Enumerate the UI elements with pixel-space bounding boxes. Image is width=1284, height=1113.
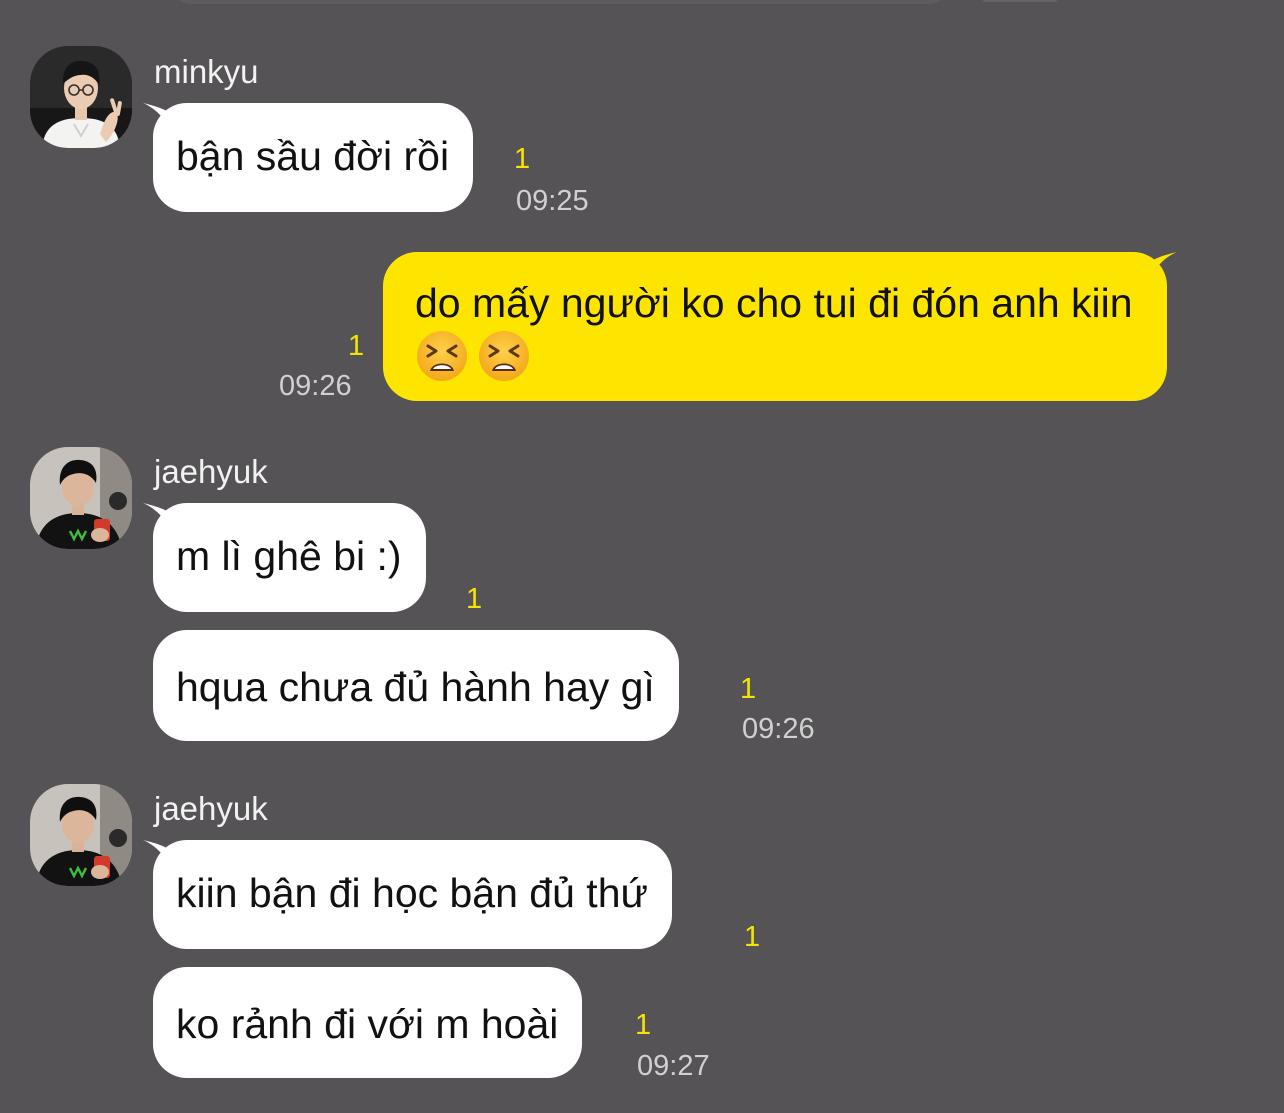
unread-count: 1 — [635, 1009, 652, 1041]
message-bubble[interactable]: m lì ghê bi :) — [143, 503, 426, 612]
outgoing-message-bubble[interactable]: do mấy người ko cho tui đi đón anh kiin — [383, 252, 1177, 401]
tired-face-emoji-icon — [415, 329, 469, 383]
sender-name: jaehyuk — [154, 453, 268, 490]
message-text: bận sầu đời rồi — [176, 133, 450, 179]
message-text: hqua chưa đủ hành hay gì — [176, 664, 655, 710]
unread-count: 1 — [348, 330, 365, 362]
avatar-jaehyuk[interactable] — [30, 784, 132, 886]
unread-count: 1 — [740, 673, 757, 705]
message-timestamp: 09:26 — [742, 713, 815, 745]
message-timestamp: 09:25 — [516, 185, 589, 217]
message-bubble[interactable]: hqua chưa đủ hành hay gì — [153, 630, 679, 741]
emoji-row — [415, 328, 1133, 383]
message-text: ko rảnh đi với m hoài — [176, 1001, 559, 1047]
profile-photo-jaehyuk-icon — [30, 447, 132, 549]
avatar-minkyu[interactable] — [30, 46, 132, 148]
message-timestamp: 09:26 — [279, 370, 352, 402]
message-text: m lì ghê bi :) — [176, 533, 402, 579]
previous-message-bubble-edge — [170, 0, 950, 4]
sender-name: jaehyuk — [154, 790, 268, 827]
unread-count: 1 — [514, 143, 531, 175]
previous-message-meta-edge — [980, 0, 1060, 2]
bubble-tail-icon — [1152, 252, 1177, 272]
profile-photo-jaehyuk-icon — [30, 784, 132, 886]
message-text: do mấy người ko cho tui đi đón anh kiin — [415, 280, 1133, 326]
unread-count: 1 — [466, 583, 483, 615]
profile-photo-minkyu-icon — [30, 46, 132, 148]
tired-face-emoji-icon — [477, 329, 531, 383]
bubble-tail-icon — [143, 840, 167, 860]
sender-name: minkyu — [154, 53, 259, 90]
message-timestamp: 09:27 — [637, 1050, 710, 1082]
message-bubble[interactable]: ko rảnh đi với m hoài — [153, 967, 583, 1078]
message-text: kiin bận đi học bận đủ thứ — [176, 870, 648, 916]
bubble-tail-icon — [143, 503, 167, 523]
bubble-tail-icon — [143, 103, 167, 123]
message-bubble[interactable]: kiin bận đi học bận đủ thứ — [143, 840, 672, 949]
unread-count: 1 — [744, 921, 761, 953]
message-bubble[interactable]: bận sầu đời rồi — [143, 103, 474, 212]
avatar-jaehyuk[interactable] — [30, 447, 132, 549]
